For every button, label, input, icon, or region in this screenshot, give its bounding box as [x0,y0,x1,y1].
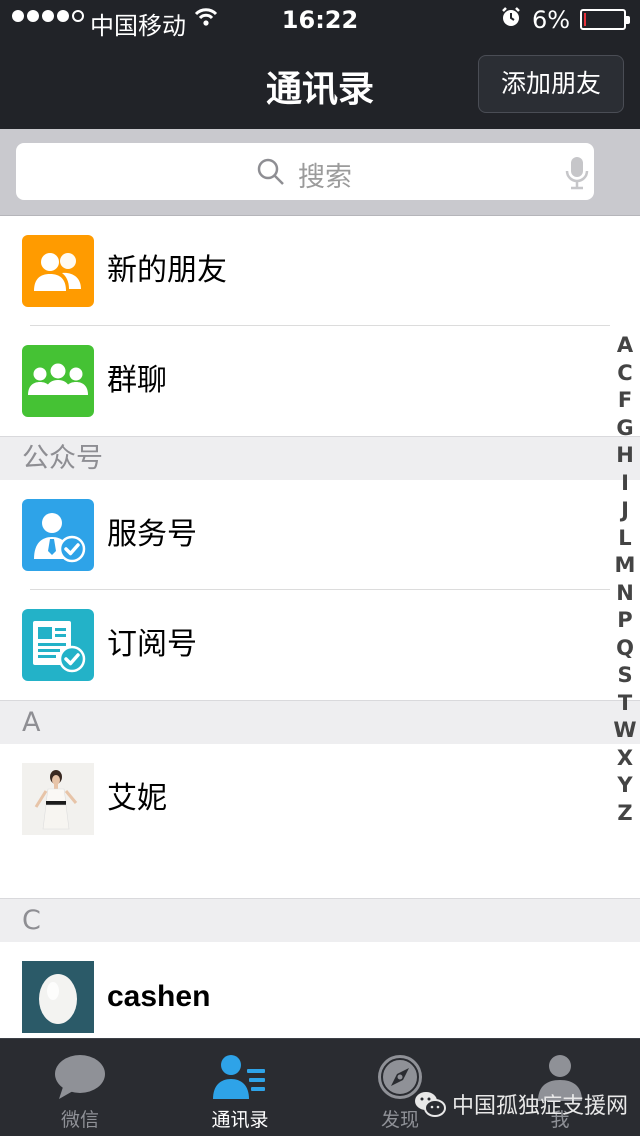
index-letter[interactable]: M [612,552,638,580]
index-letter[interactable]: G [612,415,638,443]
list-item-subscription-account[interactable]: 订阅号 [0,590,640,700]
tab-contacts[interactable]: 通讯录 [160,1039,320,1136]
contacts-list: 新的朋友 群聊 公众号 服务号 订阅号 A 艾妮 C cashen [0,216,640,1096]
section-header-official-accounts: 公众号 [0,436,640,480]
index-letter[interactable]: P [612,607,638,635]
tab-label: 微信 [60,1109,99,1131]
index-letter[interactable]: J [612,497,638,525]
add-friend-button[interactable]: 添加朋友 [478,55,624,113]
battery-percent: 6% [532,6,571,34]
index-letter[interactable]: F [612,387,638,415]
list-item-label: 群聊 [107,363,167,398]
list-item-new-friends[interactable]: 新的朋友 [0,216,640,326]
watermark-text: 中国孤独症支援网 [452,1094,629,1119]
index-letter[interactable]: H [612,442,638,470]
index-letter[interactable]: Y [612,772,638,800]
index-letter[interactable]: C [612,360,638,388]
tab-bar: 微信 通讯录 发现 我 [0,1038,640,1136]
search-icon [256,157,286,187]
egg-avatar [22,961,94,1033]
wechat-logo-icon [414,1090,446,1118]
index-letter[interactable]: A [612,332,638,360]
index-letter[interactable]: N [612,580,638,608]
tab-label: 通讯录 [211,1109,269,1131]
list-item-contact[interactable]: 艾妮 [0,744,640,898]
contacts-icon [213,1053,267,1101]
list-item-label: 新的朋友 [107,253,227,288]
section-header-a: A [0,700,640,744]
tab-chats[interactable]: 微信 [0,1039,160,1136]
search-placeholder: 搜索 [298,162,352,193]
index-letter[interactable]: I [612,470,638,498]
list-item-group-chat[interactable]: 群聊 [0,326,640,436]
list-item-service-account[interactable]: 服务号 [0,480,640,590]
index-letter[interactable]: S [612,662,638,690]
index-letter[interactable]: Q [612,635,638,663]
subscription-account-icon [22,609,94,681]
chat-bubble-icon [53,1053,107,1101]
navigation-bar: 通讯录 添加朋友 [0,40,640,129]
alphabet-index[interactable]: ACFGHIJLMNPQSTWXYZ [612,332,638,827]
index-letter[interactable]: X [612,745,638,773]
microphone-icon[interactable] [564,155,590,191]
index-letter[interactable]: L [612,525,638,553]
alarm-icon [500,6,522,34]
index-letter[interactable]: W [612,717,638,745]
group-chat-icon [22,345,94,417]
section-header-c: C [0,898,640,942]
index-letter[interactable]: T [612,690,638,718]
search-area: 搜索 [0,129,640,216]
battery-icon [580,9,630,30]
status-bar: 中国移动 16:22 6% [0,0,640,40]
list-item-label: 服务号 [107,517,197,552]
avatar-photo [22,763,94,835]
index-letter[interactable]: Z [612,800,638,828]
service-account-icon [22,499,94,571]
contact-name: cashen [107,980,211,1013]
watermark: 中国孤独症支援网 [414,1088,628,1120]
search-input[interactable]: 搜索 [16,143,594,200]
new-friends-icon [22,235,94,307]
list-item-label: 订阅号 [107,627,197,662]
contact-name: 艾妮 [107,781,167,816]
